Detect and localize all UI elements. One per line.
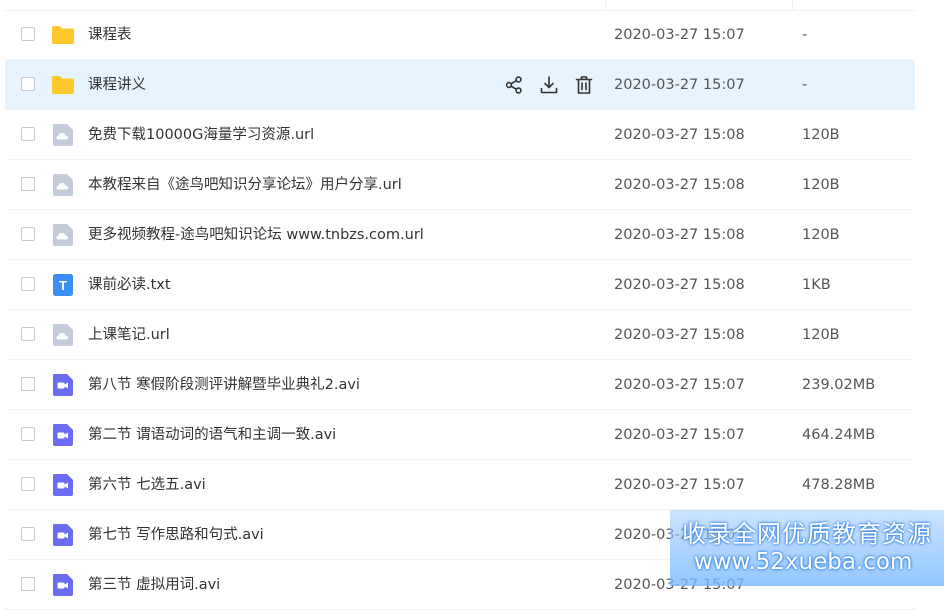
file-date: 2020-03-27 15:08 xyxy=(614,127,745,143)
row-checkbox[interactable] xyxy=(21,377,35,391)
file-name[interactable]: 第三节 虚拟用词.avi xyxy=(88,575,220,595)
file-size: 120B xyxy=(802,177,840,193)
row-checkbox[interactable] xyxy=(21,27,35,41)
file-row[interactable]: 更多视频教程-途鸟吧知识论坛 www.tnbzs.com.url 2020-03-… xyxy=(5,210,915,260)
file-date: 2020-03-27 15:07 xyxy=(614,477,745,493)
file-size: 239.02MB xyxy=(802,377,876,393)
video-file-icon xyxy=(51,523,75,547)
file-row[interactable]: 第八节 寒假阶段测评讲解暨毕业典礼2.avi 2020-03-27 15:07 23… xyxy=(5,360,915,410)
video-file-icon xyxy=(51,423,75,447)
file-size: 120B xyxy=(802,127,840,143)
row-checkbox[interactable] xyxy=(21,277,35,291)
file-row[interactable]: 第六节 七选五.avi 2020-03-27 15:07 478.28MB xyxy=(5,460,915,510)
watermark-slogan: 收录全网优质教育资源 xyxy=(682,520,932,548)
file-date: 2020-03-27 15:08 xyxy=(614,277,745,293)
file-date: 2020-03-27 15:08 xyxy=(614,177,745,193)
row-checkbox[interactable] xyxy=(21,327,35,341)
file-name[interactable]: 课程表 xyxy=(88,25,132,45)
row-checkbox[interactable] xyxy=(21,77,35,91)
file-row[interactable]: 课程表 2020-03-27 15:07 - xyxy=(5,10,915,60)
txt-file-icon: T xyxy=(51,273,75,297)
url-file-icon xyxy=(51,123,75,147)
file-name[interactable]: 更多视频教程-途鸟吧知识论坛 www.tnbzs.com.url xyxy=(88,225,424,245)
row-checkbox[interactable] xyxy=(21,577,35,591)
row-checkbox[interactable] xyxy=(21,127,35,141)
file-name[interactable]: 课程讲义 xyxy=(88,75,146,95)
file-size: 464.24MB xyxy=(802,427,876,443)
file-name[interactable]: 第六节 七选五.avi xyxy=(88,475,206,495)
header-divider xyxy=(605,0,606,10)
video-file-icon xyxy=(51,373,75,397)
file-date: 2020-03-27 15:08 xyxy=(614,227,745,243)
file-row[interactable]: T 课前必读.txt 2020-03-27 15:08 1KB xyxy=(5,260,915,310)
file-date: 2020-03-27 15:07 xyxy=(614,427,745,443)
file-row[interactable]: 免费下载10000G海量学习资源.url 2020-03-27 15:08 120B xyxy=(5,110,915,160)
file-row[interactable]: 第二节 谓语动词的语气和主调一致.avi 2020-03-27 15:07 464.… xyxy=(5,410,915,460)
file-row[interactable]: 课程讲义 2020-03-27 15:07 - xyxy=(5,60,915,110)
file-row[interactable]: 上课笔记.url 2020-03-27 15:08 120B xyxy=(5,310,915,360)
file-date: 2020-03-27 15:07 xyxy=(614,27,745,43)
file-row[interactable]: 本教程来自《途鸟吧知识分享论坛》用户分享.url 2020-03-27 15:08… xyxy=(5,160,915,210)
row-checkbox[interactable] xyxy=(21,227,35,241)
file-name[interactable]: 第七节 写作思路和句式.avi xyxy=(88,525,264,545)
file-name[interactable]: 本教程来自《途鸟吧知识分享论坛》用户分享.url xyxy=(88,175,402,195)
row-checkbox[interactable] xyxy=(21,477,35,491)
header-divider xyxy=(792,0,793,10)
file-size: 1KB xyxy=(802,277,831,293)
file-name[interactable]: 第二节 谓语动词的语气和主调一致.avi xyxy=(88,425,336,445)
file-size: 478.28MB xyxy=(802,477,876,493)
url-file-icon xyxy=(51,173,75,197)
url-file-icon xyxy=(51,223,75,247)
file-name[interactable]: 免费下载10000G海量学习资源.url xyxy=(88,125,314,145)
file-name[interactable]: 课前必读.txt xyxy=(88,275,171,295)
file-size: 120B xyxy=(802,327,840,343)
file-date: 2020-03-27 15:07 xyxy=(614,377,745,393)
file-date: 2020-03-27 15:08 xyxy=(614,327,745,343)
video-file-icon xyxy=(51,573,75,597)
download-icon[interactable] xyxy=(538,74,560,96)
url-file-icon xyxy=(51,323,75,347)
file-date: 2020-03-27 15:07 xyxy=(614,77,745,93)
row-checkbox[interactable] xyxy=(21,177,35,191)
file-size: - xyxy=(802,77,808,93)
file-size: - xyxy=(802,27,808,43)
delete-icon[interactable] xyxy=(573,74,595,96)
watermark-url: www.52xueba.com xyxy=(694,549,913,575)
txt-icon-letter: T xyxy=(59,278,67,293)
file-size: 120B xyxy=(802,227,840,243)
row-checkbox[interactable] xyxy=(21,527,35,541)
row-checkbox[interactable] xyxy=(21,427,35,441)
share-icon[interactable] xyxy=(503,74,525,96)
file-name[interactable]: 上课笔记.url xyxy=(88,325,170,345)
folder-file-icon xyxy=(51,73,75,97)
file-name[interactable]: 第八节 寒假阶段测评讲解暨毕业典礼2.avi xyxy=(88,375,360,395)
folder-file-icon xyxy=(51,23,75,47)
watermark-banner: 收录全网优质教育资源 www.52xueba.com xyxy=(670,510,944,586)
video-file-icon xyxy=(51,473,75,497)
